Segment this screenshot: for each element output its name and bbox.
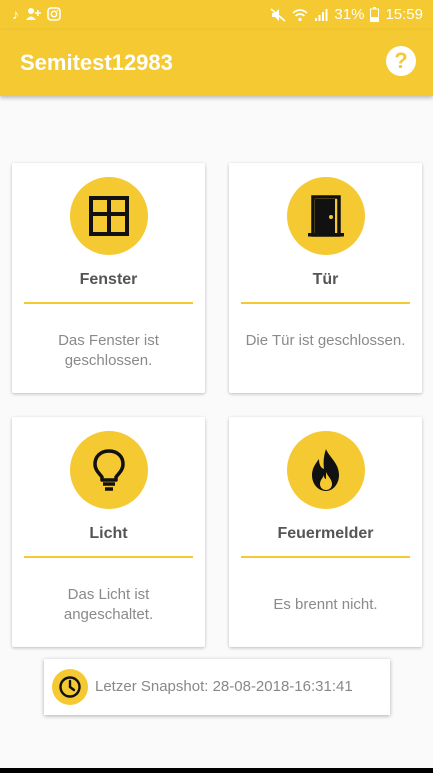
instagram-icon: [47, 7, 61, 21]
card-title: Feuermelder: [277, 525, 374, 542]
window-icon: [69, 177, 148, 255]
snapshot-bar[interactable]: Letzer Snapshot: 28-08-2018-16:31:41: [44, 659, 390, 715]
app-title: Semitest12983: [20, 50, 173, 75]
card-feuermelder[interactable]: Feuermelder Es brennt nicht.: [229, 417, 422, 647]
card-licht[interactable]: Licht Das Licht ist angeschaltet.: [12, 417, 205, 647]
card-fenster[interactable]: Fenster Das Fenster ist geschlossen.: [12, 163, 205, 393]
card-description: Das Licht ist angeschaltet.: [63, 586, 154, 623]
card-description: Das Fenster ist geschlossen.: [58, 332, 159, 369]
mute-icon: [270, 7, 286, 22]
signal-icon: [315, 8, 328, 21]
status-bar-right: 31% 15:59: [270, 6, 423, 23]
add-person-icon: [26, 8, 41, 20]
card-title: Licht: [89, 525, 128, 542]
wifi-icon: [292, 8, 308, 21]
card-description: Es brennt nicht.: [273, 596, 378, 613]
snapshot-text: Letzer Snapshot: 28-08-2018-16:31:41: [95, 678, 353, 695]
card-title: Tür: [312, 271, 339, 288]
status-bar: ♪ 31% 15:59: [0, 0, 433, 30]
battery-percent: 31%: [334, 6, 365, 23]
tiktok-icon: ♪: [12, 6, 19, 22]
divider: [241, 556, 410, 558]
card-tuer[interactable]: Tür Die Tür ist geschlossen.: [229, 163, 422, 393]
divider: [241, 302, 410, 304]
battery-icon: [370, 7, 380, 22]
door-icon: [286, 177, 365, 255]
navigation-bar: [0, 768, 433, 773]
fire-icon: [286, 431, 365, 509]
status-bar-left: ♪: [12, 6, 61, 22]
divider: [24, 302, 193, 304]
lightbulb-icon: [69, 431, 148, 509]
card-description: Die Tür ist geschlossen.: [245, 332, 406, 349]
clock-time: 15:59: [385, 6, 423, 23]
app-bar: Semitest12983 ?: [0, 30, 433, 96]
divider: [24, 556, 193, 558]
help-button[interactable]: ?: [386, 46, 416, 76]
clock-icon: [52, 669, 88, 705]
card-title: Fenster: [79, 271, 138, 288]
